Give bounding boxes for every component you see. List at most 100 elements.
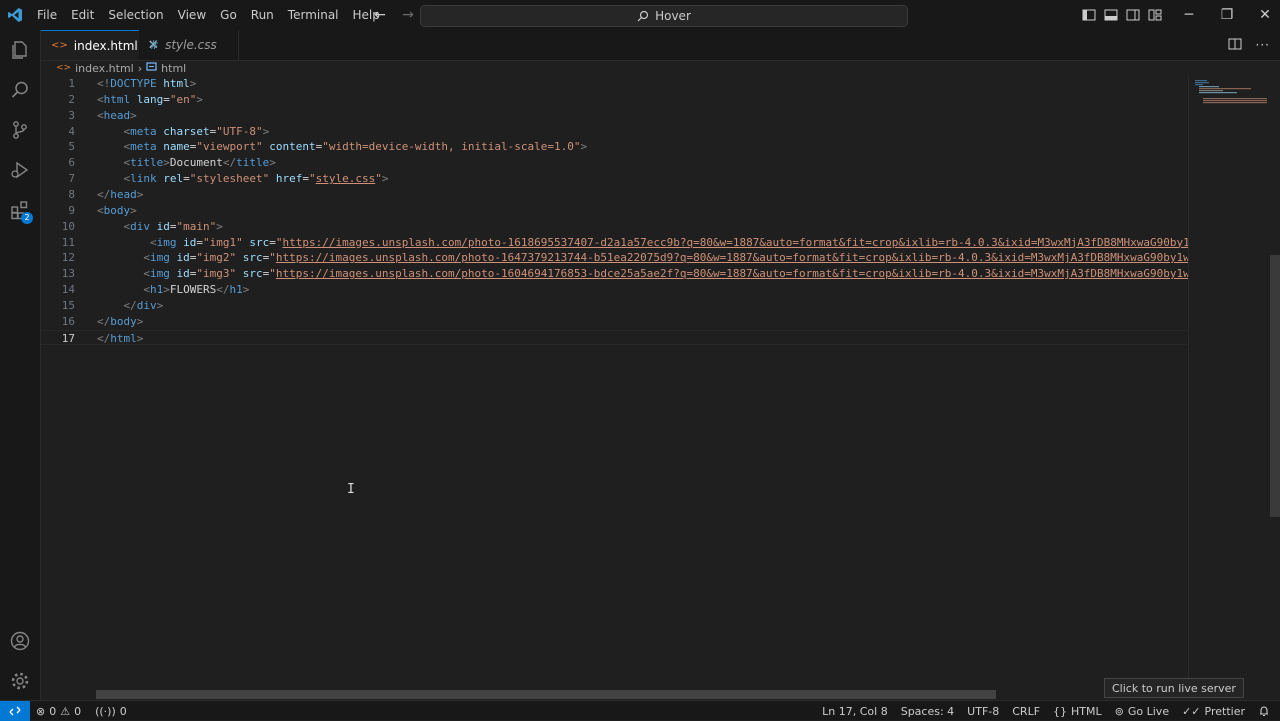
indentation[interactable]: Spaces: 4: [901, 705, 954, 718]
code-token[interactable]: https://images.unsplash.com/photo-160469…: [276, 267, 1188, 280]
forward-arrow-icon[interactable]: →: [398, 7, 418, 23]
code-line[interactable]: 6 <title>Document</title>: [41, 155, 1187, 171]
code-token: ": [308, 172, 316, 186]
toggle-secondary-sidebar-icon[interactable]: [1124, 7, 1141, 24]
remote-indicator-icon[interactable]: [0, 701, 30, 721]
code-token[interactable]: https://images.unsplash.com/photo-164737…: [276, 251, 1188, 264]
code-line[interactable]: 11 <img id="img1" src="https://images.un…: [41, 235, 1188, 251]
menu-edit[interactable]: Edit: [64, 0, 101, 30]
code-line[interactable]: 4 <meta charset="UTF-8">: [41, 124, 1187, 140]
code-line[interactable]: 13 <img id="img3" src="https://images.un…: [41, 266, 1188, 282]
code-token: src: [249, 235, 270, 249]
menu-view[interactable]: View: [171, 0, 213, 30]
code-token[interactable]: https://images.unsplash.com/photo-161869…: [282, 236, 1188, 249]
line-number: 12: [61, 251, 75, 265]
breadcrumb-separator: ›: [137, 61, 143, 75]
code-line[interactable]: 8 </head>: [41, 187, 1187, 203]
code-token: "UTF-8": [216, 124, 263, 138]
code-line[interactable]: 3 <head>: [41, 108, 1187, 124]
customize-layout-icon[interactable]: [1146, 7, 1163, 24]
end-of-line[interactable]: CRLF: [1012, 705, 1040, 718]
code-token: content: [269, 140, 316, 154]
explorer-icon[interactable]: [0, 30, 40, 70]
code-line[interactable]: 10 <div id="main">: [41, 219, 1187, 235]
back-arrow-icon[interactable]: ←: [370, 7, 390, 23]
code-token: Document: [169, 156, 223, 170]
split-editor-icon[interactable]: [1228, 37, 1242, 54]
minimap[interactable]: [1188, 76, 1269, 688]
code-token: <!: [97, 77, 111, 90]
code-line[interactable]: 17 </html>: [41, 329, 1187, 346]
go-live-button[interactable]: ⊚ Go Live: [1115, 705, 1169, 718]
close-window-icon[interactable]: ✕: [1246, 0, 1280, 30]
code-token: =: [196, 235, 203, 249]
code-token: <: [143, 283, 150, 297]
code-token: div: [136, 298, 157, 312]
code-token: >: [242, 283, 250, 297]
code-line[interactable]: 2 <html lang="en">: [41, 92, 1187, 108]
cursor-position[interactable]: Ln 17, Col 8: [822, 705, 888, 718]
code-token: name: [163, 140, 190, 154]
code-line[interactable]: 16 </body>: [41, 314, 1187, 330]
menu-run[interactable]: Run: [244, 0, 281, 30]
code-editor[interactable]: 1 <!DOCTYPE html> 2 <html lang="en"> 3 <head>…: [41, 76, 1188, 688]
error-icon: ⊗: [36, 704, 46, 718]
code-line[interactable]: 1 <!DOCTYPE html>: [41, 76, 1187, 92]
code-token: h1: [229, 283, 243, 297]
extensions-icon[interactable]: 2: [0, 190, 40, 230]
breadcrumb-symbol[interactable]: html: [161, 62, 186, 75]
line-number: 16: [61, 314, 75, 328]
encoding[interactable]: UTF-8: [967, 705, 999, 718]
code-text: </head>: [97, 187, 143, 203]
line-number: 10: [61, 219, 75, 233]
restore-icon[interactable]: ❐: [1208, 0, 1246, 30]
menu-file[interactable]: File: [30, 0, 64, 30]
code-text: <title>Document</title>: [97, 155, 276, 171]
code-line[interactable]: 14 <h1>FLOWERS</h1>: [41, 282, 1187, 298]
search-icon[interactable]: [0, 70, 40, 110]
breadcrumb-file[interactable]: index.html: [75, 62, 134, 75]
code-line[interactable]: 7 <link rel="stylesheet" href="style.css…: [41, 171, 1187, 187]
settings-gear-icon[interactable]: [0, 661, 40, 701]
code-line[interactable]: 12 <img id="img2" src="https://images.un…: [41, 250, 1188, 266]
minimap-preview: [1195, 80, 1267, 104]
run-debug-icon[interactable]: [0, 150, 40, 190]
more-actions-icon[interactable]: ···: [1256, 38, 1270, 52]
error-count: 0: [49, 704, 57, 718]
horizontal-scrollbar[interactable]: [96, 690, 996, 699]
menu-selection[interactable]: Selection: [101, 0, 170, 30]
prettier-status[interactable]: ✓✓ Prettier: [1182, 705, 1245, 718]
tab-style-css[interactable]: # style.css: [139, 30, 239, 60]
account-icon[interactable]: [0, 621, 40, 661]
code-token: "img2": [196, 251, 237, 265]
language-mode[interactable]: {} HTML: [1053, 705, 1102, 718]
command-center-search[interactable]: Hover: [420, 5, 908, 27]
vertical-scrollbar[interactable]: [1270, 255, 1280, 517]
code-token: h1: [149, 283, 164, 297]
toggle-panel-icon[interactable]: [1102, 7, 1119, 24]
problems-status[interactable]: ⊗ 0 ⚠ 0: [36, 705, 81, 718]
code-token: >: [580, 140, 588, 154]
notifications-bell-icon[interactable]: [1258, 705, 1270, 717]
toggle-primary-sidebar-icon[interactable]: [1080, 7, 1097, 24]
ports-status[interactable]: ((·)) 0: [95, 705, 127, 718]
tab-index-html[interactable]: <> index.html ✕: [41, 30, 159, 60]
prettier-label: Prettier: [1204, 704, 1245, 718]
menu-go[interactable]: Go: [213, 0, 244, 30]
code-token[interactable]: style.css: [316, 172, 376, 185]
line-number: 17: [61, 331, 75, 345]
code-text: <img id="img1" src="https://images.unspl…: [97, 235, 1188, 251]
code-text: <!DOCTYPE html>: [97, 76, 196, 92]
minimize-icon[interactable]: ─: [1170, 0, 1208, 30]
code-line[interactable]: 5 <meta name="viewport" content="width=d…: [41, 139, 1187, 155]
code-text: <img id="img3" src="https://images.unspl…: [97, 266, 1188, 282]
code-token: =: [269, 235, 276, 249]
code-token: body: [110, 314, 137, 328]
code-line[interactable]: 15 </div>: [41, 298, 1187, 314]
code-line[interactable]: 9 <body>: [41, 203, 1187, 219]
menu-terminal[interactable]: Terminal: [281, 0, 346, 30]
code-token: <: [143, 267, 150, 281]
source-control-icon[interactable]: [0, 110, 40, 150]
